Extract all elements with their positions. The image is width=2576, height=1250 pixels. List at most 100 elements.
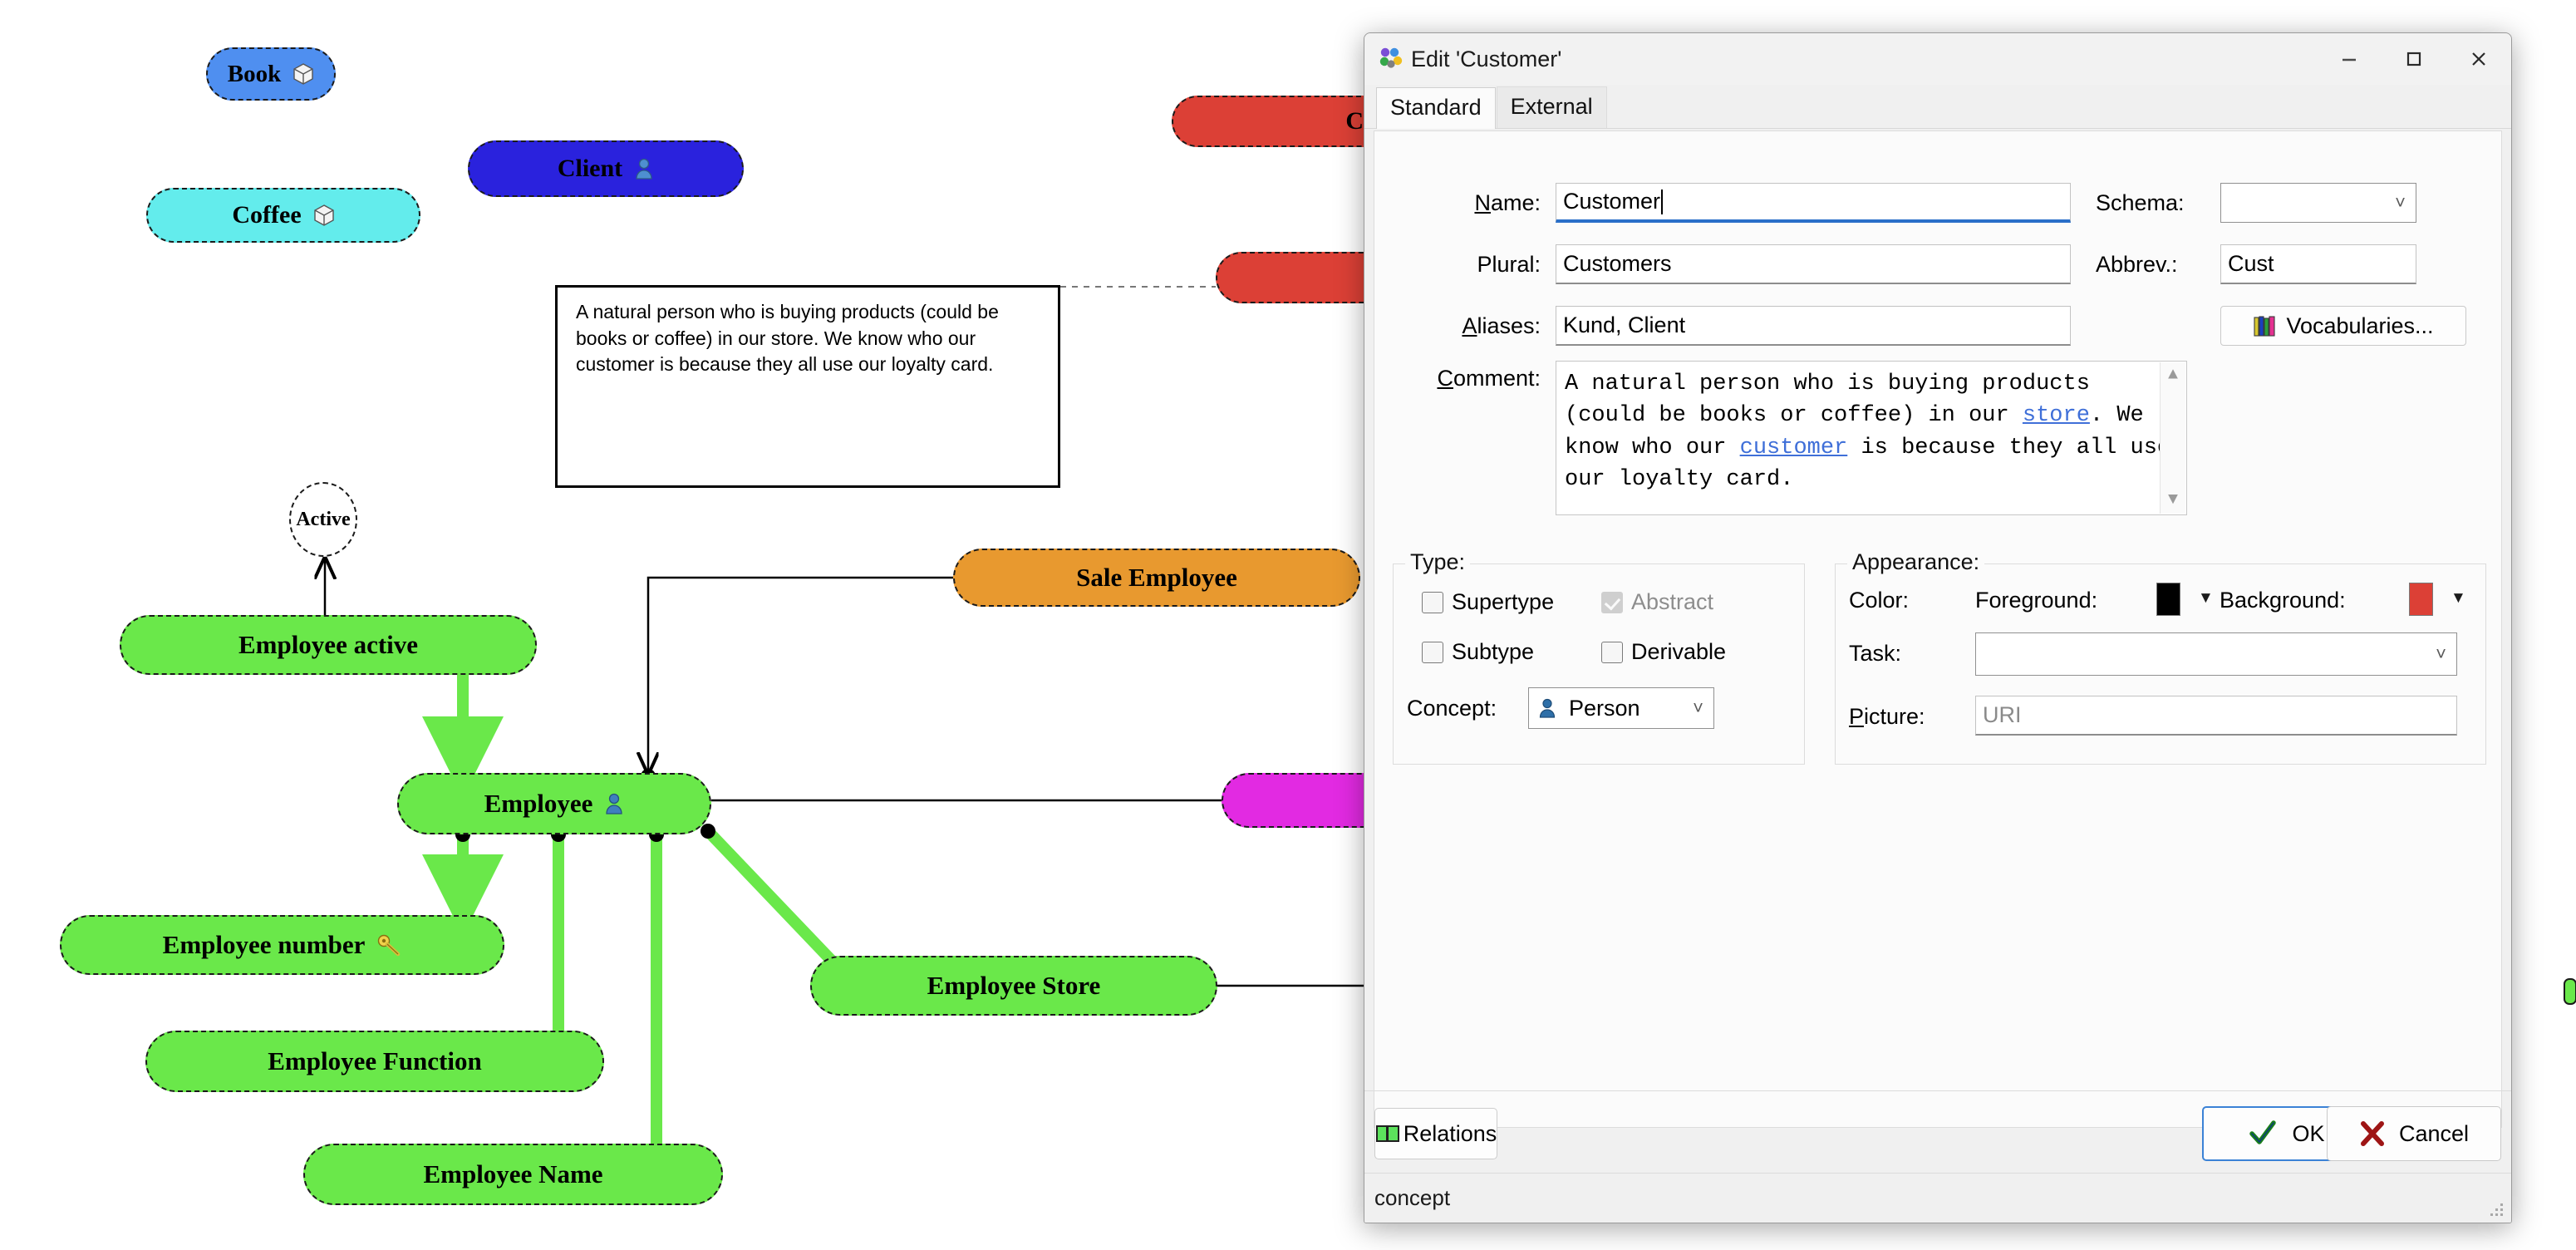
aliases-input-value: Kund, Client <box>1563 312 1686 337</box>
close-icon[interactable] <box>2446 33 2511 85</box>
comment-text: A natural person who is buying products … <box>1565 372 2170 492</box>
comment-textarea[interactable]: A natural person who is buying products … <box>1556 361 2187 515</box>
chevron-down-icon: ˅ <box>1693 697 1703 718</box>
node-label: Employee Store <box>927 971 1101 1000</box>
node-label: Employee Name <box>423 1159 603 1188</box>
supertype-checkbox[interactable] <box>1422 591 1443 613</box>
plural-label: Plural: <box>1477 251 1541 277</box>
text-caret <box>1661 189 1664 214</box>
diagram-node-employee-name[interactable]: Employee Name <box>303 1144 723 1205</box>
comment-text-run: books or coffee) in our <box>1699 403 2023 429</box>
subtype-checkbox-row[interactable]: Subtype <box>1422 639 1534 665</box>
derivable-checkbox[interactable] <box>1601 641 1623 663</box>
checkmark-icon <box>2249 1120 2277 1148</box>
task-label: Task: <box>1849 641 1902 666</box>
abbrev-input[interactable]: Cust <box>2220 244 2416 284</box>
chevron-down-icon: ˅ <box>2436 643 2446 664</box>
abstract-checkbox <box>1601 591 1623 613</box>
color-label: Color: <box>1849 588 1910 613</box>
abstract-label: Abstract <box>1631 589 1714 614</box>
relations-button[interactable]: Relations <box>1374 1108 1497 1159</box>
person-icon <box>634 157 654 180</box>
plural-input-value: Customers <box>1563 251 1672 276</box>
diagram-node-book[interactable]: Book <box>206 47 336 101</box>
abstract-checkbox-row: Abstract <box>1601 589 1713 615</box>
scroll-down-icon[interactable]: ▼ <box>2168 492 2178 509</box>
foreground-label: Foreground: <box>1975 588 2098 613</box>
cancel-button[interactable]: Cancel <box>2327 1106 2501 1161</box>
statusbar-text: concept <box>1374 1185 1451 1210</box>
appearance-group-title: Appearance: <box>1847 549 1985 575</box>
name-input[interactable]: Customer <box>1556 183 2071 223</box>
plural-row: Plural: Customers Abbrev.: Cust <box>1374 244 2416 284</box>
diagram-node-employee-store[interactable]: Employee Store <box>810 956 1217 1016</box>
relations-button-label: Relations <box>1403 1120 1497 1146</box>
type-groupbox: Type: Supertype Abstract Subtype Derivab… <box>1393 549 1805 765</box>
foreground-color-swatch[interactable] <box>2156 583 2180 616</box>
schema-select[interactable]: ˅ <box>2220 183 2416 223</box>
diagram-node-employee-number[interactable]: Employee number <box>60 915 504 975</box>
subtype-checkbox[interactable] <box>1422 641 1443 663</box>
picture-input[interactable]: URI <box>1975 696 2457 736</box>
picture-input-placeholder: URI <box>1983 702 2022 727</box>
node-label: Sale Employee <box>1076 563 1237 592</box>
person-icon <box>604 792 624 815</box>
tab-standard-label: Standard <box>1390 95 1482 120</box>
abbrev-label: Abbrev.: <box>2096 251 2178 277</box>
minimize-icon[interactable] <box>2317 33 2382 85</box>
x-icon <box>2359 1120 2386 1147</box>
name-input-value: Customer <box>1563 189 1661 214</box>
state-node-label: Active <box>296 508 351 530</box>
chevron-down-icon: ˅ <box>2395 192 2406 213</box>
background-dropdown-icon[interactable]: ▼ <box>2451 589 2466 608</box>
books-icon <box>2253 314 2278 337</box>
scroll-up-icon[interactable]: ▲ <box>2168 367 2178 384</box>
node-label: Client <box>557 155 623 182</box>
background-label: Background: <box>2220 588 2346 613</box>
node-label: Employee Function <box>268 1046 482 1075</box>
edit-customer-dialog[interactable]: Edit 'Customer' Standard External Name: <box>1364 32 2512 1223</box>
task-select[interactable]: ˅ <box>1975 632 2457 676</box>
node-label: Employee active <box>238 630 419 659</box>
vocabularies-button[interactable]: Vocabularies... <box>2220 306 2466 346</box>
key-icon <box>376 933 401 957</box>
picture-label: Picture: <box>1849 704 1925 729</box>
schema-label: Schema: <box>2096 189 2185 215</box>
diagram-node-sale-employee[interactable]: Sale Employee <box>953 549 1360 607</box>
comment-scrollbar[interactable]: ▲ ▼ <box>2160 362 2185 514</box>
dialog-titlebar[interactable]: Edit 'Customer' <box>1364 33 2511 85</box>
diagram-node-employee-active[interactable]: Employee active <box>120 615 537 675</box>
diagram-node-client[interactable]: Client <box>468 140 744 197</box>
comment-link[interactable]: customer <box>1740 436 1848 460</box>
node-label: Book <box>227 60 282 87</box>
node-label: Coffee <box>232 201 302 229</box>
diagram-comment-box[interactable]: A natural person who is buying products … <box>555 285 1060 488</box>
aliases-label: Aliases: <box>1462 312 1541 338</box>
concept-label: Concept: <box>1407 696 1497 721</box>
supertype-checkbox-row[interactable]: Supertype <box>1422 589 1554 615</box>
diagram-node-active-state[interactable]: Active <box>289 482 357 557</box>
dialog-tabstrip[interactable]: Standard External <box>1364 86 2511 129</box>
diagram-node-coffee[interactable]: Coffee <box>146 188 420 243</box>
plural-input[interactable]: Customers <box>1556 244 2071 284</box>
cube-icon <box>293 62 314 86</box>
aliases-input[interactable]: Kund, Client <box>1556 306 2071 346</box>
subtype-label: Subtype <box>1452 639 1535 664</box>
concept-select[interactable]: Person ˅ <box>1528 687 1714 729</box>
diagram-node-employee-function[interactable]: Employee Function <box>145 1031 604 1092</box>
name-row: Name: Customer Schema: ˅ <box>1374 183 2416 223</box>
vocabularies-button-label: Vocabularies... <box>2286 312 2434 338</box>
comment-label: Comment: <box>1437 366 1541 391</box>
resize-grip[interactable] <box>2488 1201 2503 1216</box>
table-icon <box>1375 1125 1400 1143</box>
comment-link[interactable]: store <box>2023 403 2090 428</box>
derivable-checkbox-row[interactable]: Derivable <box>1601 639 1726 665</box>
cancel-button-label: Cancel <box>2398 1120 2470 1146</box>
tab-standard[interactable]: Standard <box>1376 87 1496 129</box>
foreground-dropdown-icon[interactable]: ▼ <box>2198 589 2214 608</box>
maximize-icon[interactable] <box>2382 33 2446 85</box>
background-color-swatch[interactable] <box>2409 583 2433 616</box>
tab-external[interactable]: External <box>1496 86 1607 128</box>
pinwheel-icon <box>1376 45 1404 73</box>
diagram-node-employee[interactable]: Employee <box>397 773 711 834</box>
